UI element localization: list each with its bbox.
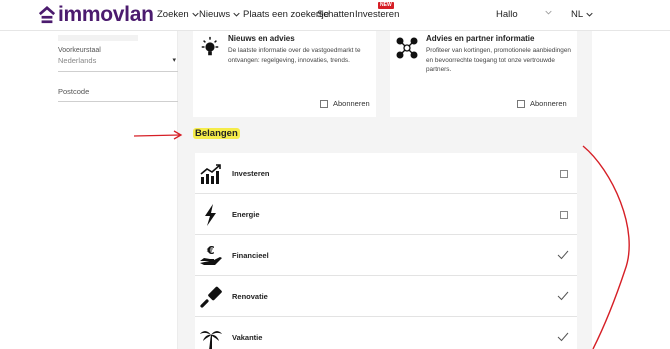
interest-row-financieel[interactable]: € Financieel bbox=[195, 235, 577, 276]
chevron-down-icon bbox=[545, 10, 552, 15]
news-subscribe-checkbox[interactable]: Abonneren bbox=[320, 99, 370, 108]
language-selector[interactable]: NL bbox=[571, 9, 593, 20]
interest-label: Renovatie bbox=[232, 292, 268, 301]
caret-down-icon: ▾ bbox=[172, 57, 176, 64]
interests-list: Investeren Energie € Financieel Renovati… bbox=[195, 153, 577, 349]
house-logo-icon bbox=[38, 6, 56, 24]
nav-label: Nieuws bbox=[199, 9, 231, 20]
lightning-icon bbox=[205, 204, 216, 226]
interest-checkbox[interactable] bbox=[560, 211, 568, 219]
nav-label: Zoeken bbox=[157, 9, 189, 20]
nav-label: Investeren bbox=[355, 9, 400, 20]
checkmark-icon[interactable] bbox=[557, 332, 569, 342]
nav-zoeken[interactable]: Zoeken bbox=[157, 9, 199, 20]
nav-nieuws[interactable]: Nieuws bbox=[199, 9, 240, 20]
new-badge: NEW bbox=[378, 2, 394, 9]
card-description: Profiteer van kortingen, promotionele aa… bbox=[426, 47, 571, 73]
immovlan-logo[interactable]: immovlan bbox=[38, 4, 154, 26]
checkmark-icon[interactable] bbox=[557, 250, 569, 260]
chevron-down-icon bbox=[233, 12, 240, 17]
interest-label: Energie bbox=[232, 210, 260, 219]
faded-heading bbox=[58, 35, 138, 41]
checkmark-icon[interactable] bbox=[557, 291, 569, 301]
interest-row-renovatie[interactable]: Renovatie bbox=[195, 276, 577, 317]
subscribe-label: Abonneren bbox=[530, 99, 567, 108]
paint-roller-icon bbox=[200, 286, 222, 308]
nav-schatten[interactable]: Schatten bbox=[317, 9, 355, 20]
top-navigation: immovlan Zoeken Nieuws Plaats een zoeker… bbox=[0, 0, 670, 31]
logo-text: immovlan bbox=[58, 3, 154, 26]
svg-text:€: € bbox=[206, 244, 215, 257]
select-value: Nederlands bbox=[58, 56, 97, 65]
lightbulb-icon bbox=[201, 36, 219, 56]
nav-investeren[interactable]: Investeren bbox=[355, 9, 399, 20]
chart-up-icon bbox=[200, 164, 221, 184]
checkbox-box[interactable] bbox=[517, 99, 525, 108]
interest-row-investeren[interactable]: Investeren bbox=[195, 153, 577, 194]
subscribe-label: Abonneren bbox=[333, 99, 370, 108]
postcode-field[interactable]: Postcode bbox=[58, 87, 178, 102]
user-menu[interactable]: Hallo bbox=[496, 9, 518, 20]
sidebar: Voorkeurstaal Nederlands ▾ Postcode bbox=[0, 31, 178, 349]
user-menu-toggle[interactable] bbox=[545, 9, 552, 16]
card-title: Nieuws en advies bbox=[228, 34, 295, 43]
interest-label: Investeren bbox=[232, 169, 270, 178]
postcode-placeholder: Postcode bbox=[58, 87, 90, 96]
checkbox-box[interactable] bbox=[320, 99, 328, 108]
interest-label: Vakantie bbox=[232, 333, 263, 342]
euro-hand-icon: € bbox=[200, 244, 222, 265]
palm-tree-icon bbox=[200, 331, 222, 349]
interest-row-vakantie[interactable]: Vakantie bbox=[195, 317, 577, 349]
interest-checkbox[interactable] bbox=[560, 170, 568, 178]
interest-label: Financieel bbox=[232, 251, 269, 260]
partner-subscription-card: Advies en partner informatie Profiteer v… bbox=[390, 31, 577, 117]
nav-label: Schatten bbox=[317, 9, 355, 20]
interests-heading: Belangen bbox=[193, 128, 240, 139]
network-nodes-icon bbox=[396, 37, 418, 59]
chevron-down-icon bbox=[192, 12, 199, 17]
card-description: De laatste informatie over de vastgoedma… bbox=[228, 47, 361, 64]
language-preference-select[interactable]: Nederlands ▾ bbox=[58, 56, 178, 72]
news-subscription-card: Nieuws en advies De laatste informatie o… bbox=[193, 31, 376, 117]
chevron-down-icon bbox=[586, 12, 593, 17]
interest-row-energie[interactable]: Energie bbox=[195, 194, 577, 235]
language-preference-label: Voorkeurstaal bbox=[58, 47, 101, 54]
greeting-text: Hallo bbox=[496, 9, 518, 20]
language-label: NL bbox=[571, 9, 584, 20]
partner-subscribe-checkbox[interactable]: Abonneren bbox=[517, 99, 567, 108]
card-title: Advies en partner informatie bbox=[426, 34, 535, 43]
